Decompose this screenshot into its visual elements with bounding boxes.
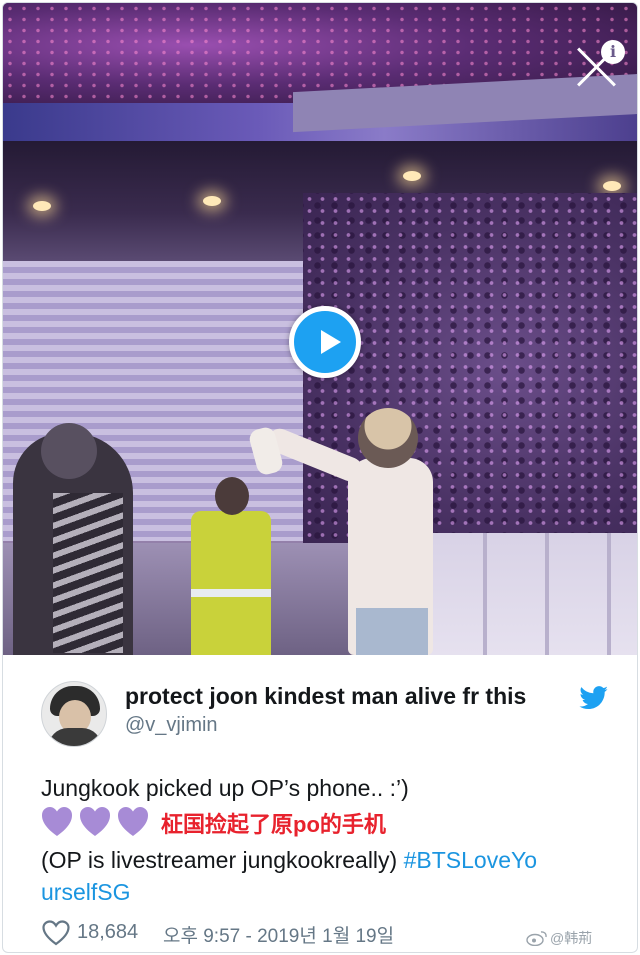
hashtag-link-continued[interactable]: urselfSG (41, 879, 130, 906)
tweet-text-line: (OP is livestreamer jungkookreally) #BTS… (41, 847, 537, 874)
video-player[interactable]: i (3, 3, 637, 655)
play-button[interactable] (289, 306, 361, 378)
watermark-text: @韩荊 (550, 930, 593, 946)
stadium-light (33, 201, 51, 211)
display-name[interactable]: protect joon kindest man alive fr this (125, 683, 526, 710)
twitter-bird-icon[interactable] (579, 686, 609, 710)
tweet-text-line: Jungkook picked up OP’s phone.. :’) (41, 775, 409, 801)
heart-outline-icon[interactable] (41, 919, 71, 947)
stadium-light (403, 171, 421, 181)
stadium-light (203, 196, 221, 206)
user-handle[interactable]: @v_vjimin (125, 714, 218, 737)
info-icon[interactable]: i (601, 40, 625, 64)
avatar[interactable] (41, 681, 107, 747)
play-icon (321, 330, 341, 354)
security-vest-person (191, 477, 271, 655)
purple-heart-emoji (42, 807, 148, 836)
like-count: 18,684 (77, 921, 139, 943)
performer (348, 408, 433, 655)
weibo-watermark: @韩荊 (526, 928, 592, 948)
stadium-light (603, 181, 621, 191)
timestamp[interactable]: 오후 9:57 - 2019년 1월 19일 (163, 921, 394, 948)
tweet-text-plain: (OP is livestreamer jungkookreally) (41, 847, 404, 873)
spectator-left (13, 423, 133, 655)
chinese-caption: 柾国捡起了原po的手机 (161, 812, 386, 837)
weibo-icon (526, 931, 547, 946)
tweet-card: i protect joon kindest man alive fr this… (2, 2, 638, 953)
hashtag-link[interactable]: #BTSLoveYo (404, 847, 537, 873)
